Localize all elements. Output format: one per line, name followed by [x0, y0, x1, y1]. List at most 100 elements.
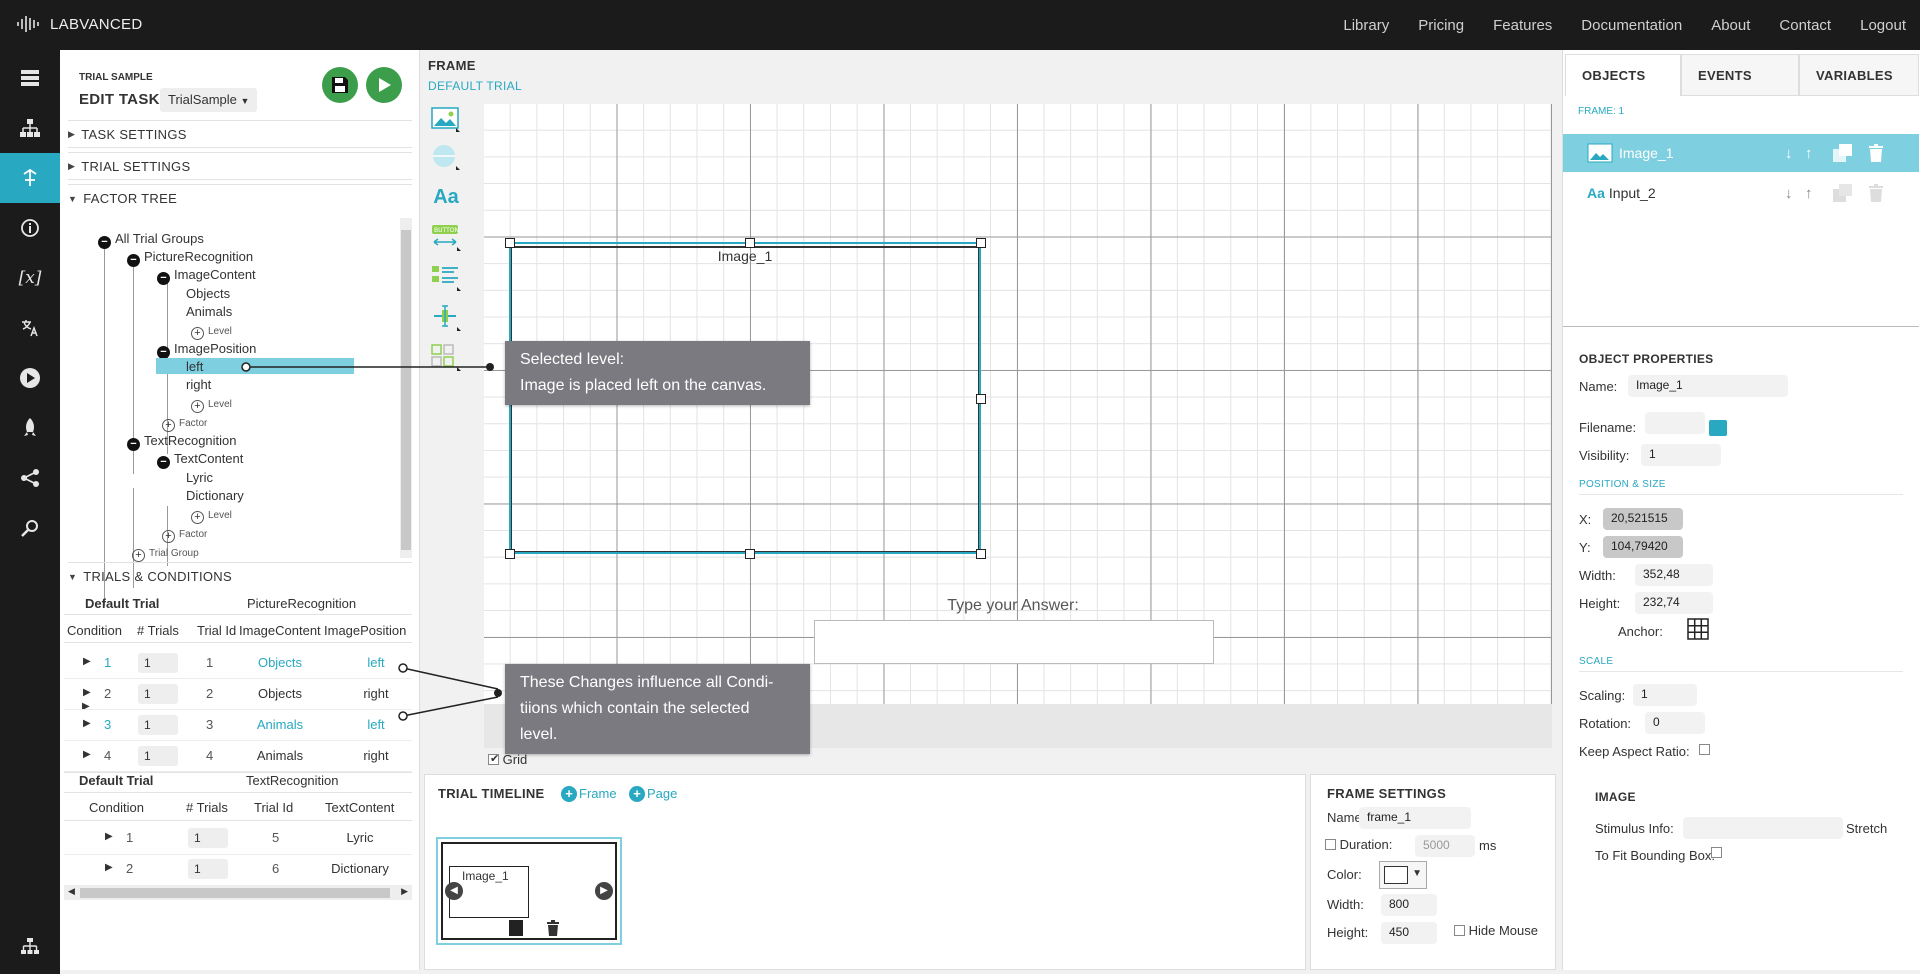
frame-width-input[interactable]: 800	[1381, 894, 1437, 916]
scroll-left-icon[interactable]: ◀	[68, 886, 75, 897]
translate-icon[interactable]	[0, 303, 60, 353]
duration-checkbox[interactable]	[1325, 839, 1336, 850]
add-shape-tool-icon[interactable]	[428, 140, 464, 174]
trial-count-input[interactable]: 1	[138, 684, 178, 704]
add-input-tool-icon[interactable]	[428, 260, 464, 294]
color-picker[interactable]: ▼	[1379, 861, 1427, 889]
nav-library[interactable]: Library	[1343, 17, 1389, 34]
tree-level-dictionary[interactable]: Dictionary	[186, 488, 244, 503]
tree-level-left[interactable]: left	[186, 359, 203, 374]
scroll-right-icon[interactable]: ▶	[401, 886, 408, 897]
delete-icon[interactable]	[1869, 184, 1883, 202]
publish-rocket-icon[interactable]	[0, 403, 60, 453]
thumbnail-next-icon[interactable]: ▶	[595, 882, 613, 900]
trial-settings-section[interactable]: ▶ TRIAL SETTINGS	[68, 152, 412, 180]
delete-icon[interactable]	[1869, 144, 1883, 162]
tree-root[interactable]: − All Trial Groups	[98, 231, 204, 249]
collapse-icon[interactable]: −	[157, 456, 170, 469]
add-level-button[interactable]: + Level	[191, 322, 232, 340]
frame-height-input[interactable]: 450	[1381, 922, 1437, 944]
stimulus-info-input[interactable]	[1683, 817, 1843, 839]
tab-variables[interactable]: VARIABLES	[1799, 54, 1919, 96]
resize-handle[interactable]	[505, 238, 515, 248]
duration-input[interactable]: 5000	[1415, 835, 1475, 857]
collapse-icon[interactable]: −	[98, 236, 111, 249]
nav-documentation[interactable]: Documentation	[1581, 17, 1682, 34]
add-image-tool-icon[interactable]	[428, 103, 464, 137]
logo[interactable]: LABVANCED	[16, 14, 142, 34]
expand-row-icon[interactable]: ▶	[83, 718, 91, 729]
expand-row-icon[interactable]: ▶	[105, 862, 113, 873]
visibility-input[interactable]: 1	[1641, 444, 1721, 466]
expand-row-icon[interactable]: ▶	[83, 687, 91, 698]
rotation-input[interactable]: 0	[1645, 712, 1705, 734]
frame-name-input[interactable]: frame_1	[1359, 807, 1471, 829]
delete-frame-icon[interactable]	[547, 920, 559, 936]
add-page-button[interactable]: + Page	[629, 786, 677, 802]
y-input[interactable]: 104,79420	[1603, 536, 1683, 558]
object-name-input[interactable]: Image_1	[1628, 375, 1788, 397]
aspect-ratio-checkbox[interactable]	[1699, 744, 1710, 755]
collapse-icon[interactable]: −	[127, 254, 140, 267]
tree-factor-textcontent[interactable]: − TextContent	[157, 451, 243, 469]
save-button[interactable]	[322, 67, 358, 103]
move-up-icon[interactable]: ↑	[1805, 185, 1813, 202]
object-row-image[interactable]: Image_1 ↓ ↑	[1563, 134, 1919, 172]
add-factor-button[interactable]: + Factor	[162, 414, 207, 432]
grid-toggle[interactable]: ✔ Grid	[488, 752, 527, 767]
trials-conditions-section[interactable]: ▼ TRIALS & CONDITIONS	[68, 562, 412, 590]
task-settings-section[interactable]: ▶ TASK SETTINGS	[68, 120, 412, 148]
nav-logout[interactable]: Logout	[1860, 17, 1906, 34]
thumbnail-prev-icon[interactable]: ◀	[445, 882, 463, 900]
trial-count-input[interactable]: 1	[188, 859, 228, 879]
fit-bounding-box-checkbox[interactable]	[1711, 847, 1722, 858]
resize-handle[interactable]	[505, 549, 515, 559]
studies-icon[interactable]	[0, 53, 60, 103]
folder-icon[interactable]	[1709, 420, 1727, 436]
object-width-input[interactable]: 352,48	[1635, 564, 1713, 586]
task-select[interactable]: TrialSample ▼	[160, 88, 258, 112]
scaling-input[interactable]: 1	[1633, 684, 1697, 706]
object-row-input[interactable]: Aa Input_2 ↓ ↑	[1563, 174, 1919, 212]
tree-level-objects[interactable]: Objects	[186, 286, 230, 301]
resize-handle[interactable]	[976, 394, 986, 404]
play-icon[interactable]	[0, 353, 60, 403]
nav-pricing[interactable]: Pricing	[1418, 17, 1464, 34]
sitemap-icon[interactable]	[0, 921, 60, 971]
move-up-icon[interactable]: ↑	[1805, 145, 1813, 162]
resize-handle[interactable]	[745, 238, 755, 248]
tree-factor-imageposition[interactable]: − ImagePosition	[157, 341, 256, 359]
nav-contact[interactable]: Contact	[1779, 17, 1831, 34]
tab-events[interactable]: EVENTS	[1681, 54, 1799, 96]
tree-group-picture[interactable]: − PictureRecognition	[127, 249, 253, 267]
factor-tree-section[interactable]: ▼ FACTOR TREE	[68, 184, 412, 212]
tree-level-animals[interactable]: Animals	[186, 304, 232, 319]
trial-count-input[interactable]: 1	[188, 828, 228, 848]
expand-row-icon[interactable]: ▶	[83, 656, 91, 667]
table-scrollbar[interactable]: ◀ ▶	[64, 886, 412, 900]
copy-icon[interactable]	[1833, 144, 1853, 162]
copy-icon[interactable]	[1833, 184, 1853, 202]
duration-toggle[interactable]: Duration:	[1325, 837, 1392, 852]
add-frame-button[interactable]: + Frame	[561, 786, 617, 802]
answer-input[interactable]	[814, 620, 1214, 664]
run-task-button[interactable]	[366, 67, 402, 103]
add-multi-element-tool-icon[interactable]	[428, 340, 464, 374]
share-icon[interactable]	[0, 453, 60, 503]
trial-count-input[interactable]: 1	[138, 746, 178, 766]
move-down-icon[interactable]: ↓	[1785, 145, 1793, 162]
tree-level-lyric[interactable]: Lyric	[186, 470, 213, 485]
hierarchy-icon[interactable]	[0, 103, 60, 153]
tree-level-right[interactable]: right	[186, 377, 211, 392]
tree-scrollbar[interactable]	[400, 218, 412, 558]
add-factor-button[interactable]: + Factor	[162, 525, 207, 543]
move-down-icon[interactable]: ↓	[1785, 185, 1793, 202]
tree-scrollbar-thumb[interactable]	[401, 230, 411, 550]
hide-mouse-toggle[interactable]: Hide Mouse	[1454, 923, 1538, 938]
frame-thumbnail[interactable]: Image_1 ◀ ▶	[436, 837, 622, 945]
add-level-button[interactable]: + Level	[191, 506, 232, 524]
collapse-icon[interactable]: −	[157, 272, 170, 285]
anchor-grid-icon[interactable]	[1687, 618, 1709, 643]
resize-handle[interactable]	[976, 238, 986, 248]
expand-row-icon[interactable]: ▶	[83, 749, 91, 760]
